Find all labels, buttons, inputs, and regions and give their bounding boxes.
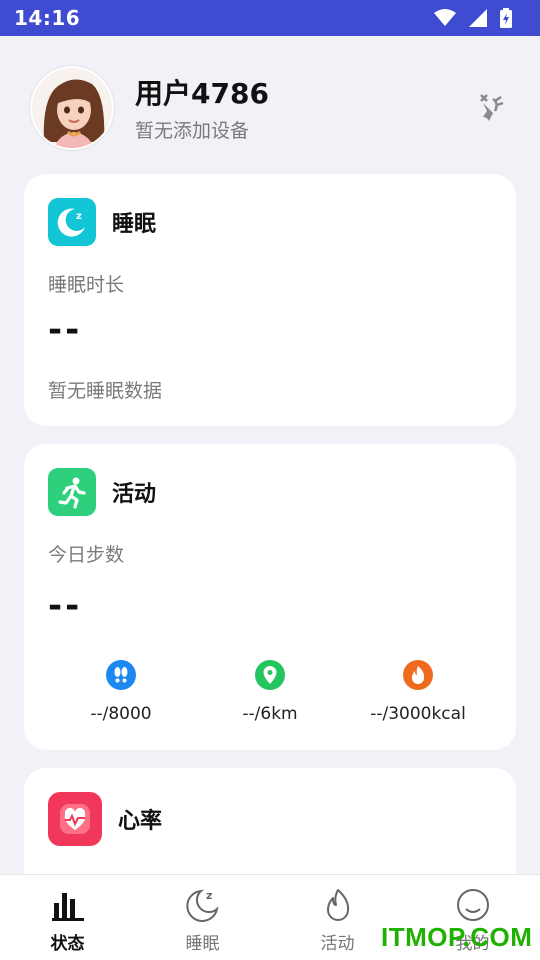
sleep-empty-note: 暂无睡眠数据: [48, 380, 163, 402]
fire-icon: [403, 660, 433, 690]
status-bar: 14:16: [0, 0, 540, 36]
user-name: 用户4786: [135, 76, 269, 110]
moon-icon: z: [185, 889, 219, 922]
bar-chart-icon: [51, 893, 84, 921]
status-time: 14:16: [14, 6, 81, 30]
footprints-icon: [106, 660, 136, 690]
tab-sleep[interactable]: z 睡眠: [135, 875, 270, 960]
unplugged-icon: [480, 94, 504, 121]
svg-text:z: z: [206, 889, 212, 902]
tab-activity-label: 活动: [320, 934, 355, 954]
sleep-card-title: 睡眠: [112, 212, 157, 237]
smile-icon: [456, 889, 489, 921]
signal-icon: [469, 9, 487, 27]
distance-goal-stat: --/6km: [200, 660, 340, 724]
battery-icon: [500, 8, 512, 28]
sleep-card[interactable]: z 睡眠 睡眠时长 -- 暂无睡眠数据: [24, 174, 516, 426]
steps-goal-stat: --/8000: [51, 660, 191, 724]
flame-icon: [326, 889, 349, 921]
watermark-text: ITMOP.COM: [381, 922, 533, 952]
distance-goal-text: --/6km: [242, 704, 298, 724]
tab-status-label: 状态: [50, 934, 85, 954]
tab-sleep-label: 睡眠: [185, 934, 220, 954]
location-icon: [255, 660, 285, 690]
device-status-text: 暂无添加设备: [135, 119, 250, 142]
avatar[interactable]: [30, 66, 114, 150]
tab-status[interactable]: 状态: [0, 875, 135, 960]
steps-value: --: [48, 586, 83, 626]
sleep-duration-label: 睡眠时长: [48, 274, 125, 296]
steps-label: 今日步数: [48, 544, 125, 566]
calorie-goal-stat: --/3000kcal: [348, 660, 488, 724]
running-icon: [48, 468, 96, 516]
heart-icon: [48, 792, 102, 846]
heart-rate-card-title: 心率: [118, 809, 163, 834]
sleep-duration-value: --: [48, 310, 83, 350]
disconnected-device-button[interactable]: [470, 88, 510, 128]
profile-header: 用户4786 暂无添加设备: [30, 66, 510, 150]
steps-goal-text: --/8000: [90, 704, 152, 724]
activity-card-title: 活动: [112, 482, 157, 507]
activity-card[interactable]: 活动 今日步数 -- --/8000 --/6km --/3000kcal: [24, 444, 516, 750]
moon-icon: z: [48, 198, 96, 246]
wifi-icon: [434, 9, 456, 26]
svg-text:z: z: [76, 211, 82, 222]
calorie-goal-text: --/3000kcal: [370, 704, 466, 724]
status-icons: [434, 8, 512, 28]
